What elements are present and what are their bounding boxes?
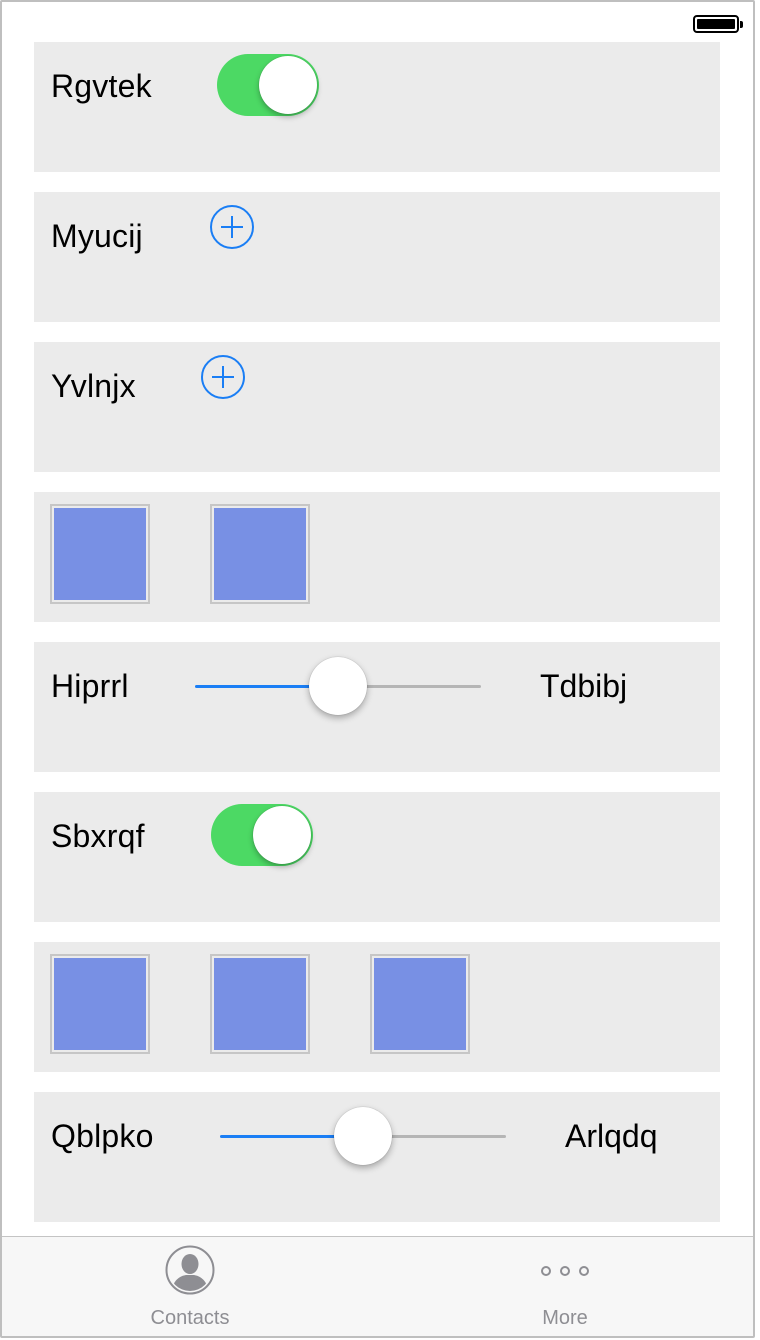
person-circle-icon bbox=[165, 1245, 215, 1295]
sbxrqf-toggle[interactable] bbox=[211, 804, 313, 866]
swatch-row-1 bbox=[34, 492, 720, 622]
tab-bar: Contacts More bbox=[2, 1236, 753, 1336]
more-icon bbox=[541, 1266, 589, 1276]
row-label: Sbxrqf bbox=[51, 818, 145, 854]
color-swatch[interactable] bbox=[210, 504, 310, 604]
color-swatch[interactable] bbox=[210, 954, 310, 1054]
add-row-myucij: Myucij bbox=[34, 192, 720, 322]
slider-min-label: Qblpko bbox=[51, 1118, 154, 1154]
battery-icon bbox=[693, 15, 743, 33]
slider[interactable] bbox=[220, 1106, 506, 1166]
add-row-yvlnjx: Yvlnjx bbox=[34, 342, 720, 472]
tab-label: Contacts bbox=[150, 1307, 230, 1329]
color-swatch[interactable] bbox=[370, 954, 470, 1054]
toggle-knob bbox=[259, 56, 317, 114]
slider-min-label: Hiprrl bbox=[51, 668, 129, 704]
toggle-row-rgvtek: Rgvtek bbox=[34, 42, 720, 172]
row-label: Yvlnjx bbox=[51, 368, 136, 404]
slider-row-1: Hiprrl Tdbibj bbox=[34, 642, 720, 772]
toggle-row-sbxrqf: Sbxrqf bbox=[34, 792, 720, 922]
slider-row-2: Qblpko Arlqdq bbox=[34, 1092, 720, 1222]
row-label: Myucij bbox=[51, 218, 143, 254]
slider-max-label: Arlqdq bbox=[565, 1118, 658, 1154]
color-swatch[interactable] bbox=[50, 954, 150, 1054]
row-label: Rgvtek bbox=[51, 68, 152, 104]
tab-contacts[interactable]: Contacts bbox=[90, 1237, 290, 1336]
rgvtek-toggle[interactable] bbox=[217, 54, 319, 116]
color-swatch[interactable] bbox=[50, 504, 150, 604]
status-bar bbox=[2, 2, 753, 44]
slider-max-label: Tdbibj bbox=[540, 668, 628, 704]
add-circle-icon[interactable] bbox=[200, 354, 246, 400]
app-screen: Rgvtek Myucij Yvlnjx Hiprrl Tdbibj Sbxrq… bbox=[0, 0, 755, 1338]
slider-thumb[interactable] bbox=[309, 657, 367, 715]
slider[interactable] bbox=[195, 656, 481, 716]
tab-label: More bbox=[542, 1307, 588, 1329]
swatch-row-2 bbox=[34, 942, 720, 1072]
toggle-knob bbox=[253, 806, 311, 864]
slider-thumb[interactable] bbox=[334, 1107, 392, 1165]
add-circle-icon[interactable] bbox=[209, 204, 255, 250]
tab-more[interactable]: More bbox=[465, 1237, 665, 1336]
